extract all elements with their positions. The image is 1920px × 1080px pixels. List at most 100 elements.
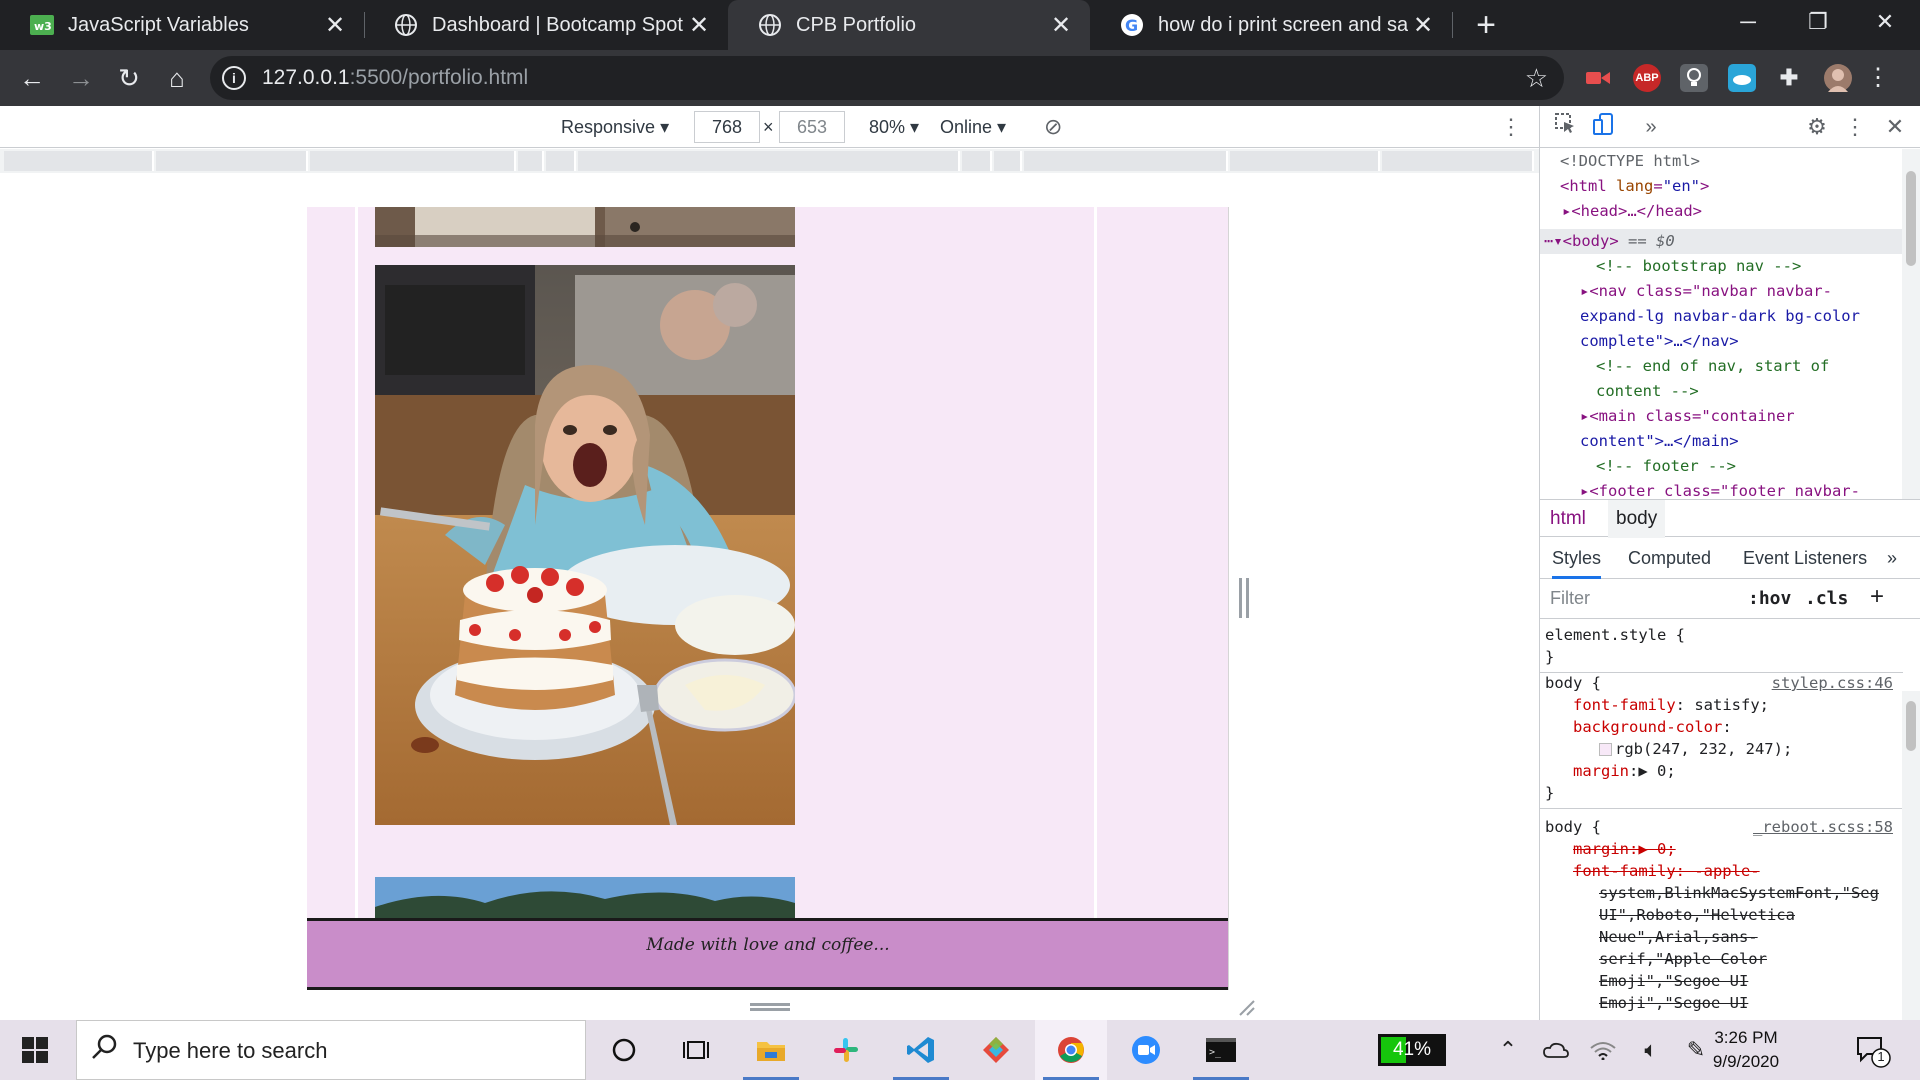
viewport-height-resize-handle[interactable] — [750, 1003, 790, 1011]
html-node[interactable]: <html lang="en"> — [1560, 174, 1709, 199]
url-text[interactable]: 127.0.0.1:5500/portfolio.html — [262, 56, 528, 100]
info-icon[interactable]: i — [222, 66, 246, 90]
tab-computed[interactable]: Computed — [1628, 537, 1711, 579]
breadcrumb-body[interactable]: body — [1608, 500, 1666, 538]
reload-icon[interactable]: ↻ — [109, 58, 149, 98]
close-icon[interactable]: ✕ — [1408, 11, 1438, 40]
taskbar-search-input[interactable]: Type here to search — [76, 1020, 586, 1080]
cls-toggle[interactable]: .cls — [1805, 588, 1848, 609]
zoom-icon[interactable] — [1110, 1020, 1182, 1080]
device-mode-select[interactable]: Responsive ▾ — [561, 106, 669, 148]
comment-node[interactable]: <!-- footer --> — [1596, 454, 1736, 479]
media-query-bar[interactable] — [962, 151, 992, 171]
style-property[interactable]: margin:▶ 0; — [1573, 760, 1676, 782]
styles-pane[interactable]: element.style { } body { stylep.css:46 f… — [1540, 620, 1903, 1020]
media-query-bar[interactable] — [518, 151, 544, 171]
wifi-icon[interactable] — [1583, 1020, 1623, 1080]
rule1-source-link[interactable]: stylep.css:46 — [1772, 672, 1893, 694]
terminal-icon[interactable]: >_ — [1185, 1020, 1257, 1080]
back-icon[interactable]: ← — [12, 58, 52, 98]
styles-scrollbar[interactable] — [1902, 691, 1920, 1020]
restore-icon[interactable]: ❐ — [1783, 0, 1853, 44]
scrollbar-thumb[interactable] — [1906, 701, 1916, 751]
task-view-icon[interactable] — [660, 1020, 732, 1080]
viewport-corner-resize-handle[interactable] — [1236, 997, 1256, 1017]
vscode-icon[interactable] — [885, 1020, 957, 1080]
hov-toggle[interactable]: :hov — [1748, 588, 1791, 609]
more-options-icon[interactable]: ⋮ — [1500, 106, 1522, 148]
comment-node[interactable]: <!-- end of nav, start of — [1596, 354, 1829, 379]
element-style-selector[interactable]: element.style { — [1545, 624, 1685, 646]
adblock-plus-icon[interactable]: ABP — [1633, 64, 1661, 92]
forward-icon[interactable]: → — [61, 58, 101, 98]
throttle-select[interactable]: Online ▾ — [940, 106, 1006, 148]
device-toggle-icon[interactable] — [1588, 112, 1618, 142]
chrome-icon[interactable] — [1035, 1020, 1107, 1080]
show-hidden-icons-chevron-icon[interactable]: ⌃ — [1488, 1020, 1528, 1080]
more-tabs-icon[interactable]: » — [1887, 537, 1897, 579]
onedrive-cloud-icon[interactable] — [1536, 1020, 1576, 1080]
bookmark-star-icon[interactable]: ☆ — [1525, 56, 1548, 100]
media-query-bar[interactable] — [156, 151, 308, 171]
comment-node[interactable]: <!-- bootstrap nav --> — [1596, 254, 1801, 279]
devtools-menu-icon[interactable]: ⋮ — [1840, 112, 1870, 142]
cortana-icon[interactable] — [588, 1020, 660, 1080]
tab-styles[interactable]: Styles — [1552, 537, 1602, 579]
overridden-property[interactable]: font-family: -apple- — [1573, 860, 1760, 882]
screen-recorder-icon[interactable] — [1584, 64, 1612, 92]
media-query-bar[interactable] — [310, 151, 516, 171]
close-icon[interactable]: ✕ — [320, 11, 350, 40]
tab-event-listeners[interactable]: Event Listeners — [1743, 537, 1867, 579]
volume-icon[interactable]: 🔈︎ — [1631, 1020, 1671, 1080]
avatar[interactable] — [1824, 64, 1852, 92]
media-query-bar[interactable] — [1230, 151, 1380, 171]
inspect-element-icon[interactable] — [1550, 112, 1580, 142]
elements-tree[interactable]: <!DOCTYPE html> <html lang="en"> ▸<head>… — [1540, 149, 1903, 499]
media-query-bar[interactable] — [4, 151, 154, 171]
head-node[interactable]: ▸<head>…</head> — [1562, 199, 1702, 224]
action-center-icon[interactable]: 1 — [1855, 1032, 1891, 1068]
style-property[interactable]: font-family: satisfy; — [1573, 694, 1769, 716]
close-icon[interactable]: ✕ — [1046, 11, 1076, 40]
media-query-bar[interactable] — [1024, 151, 1228, 171]
close-devtools-icon[interactable]: ✕ — [1880, 112, 1910, 142]
file-explorer-icon[interactable] — [735, 1020, 807, 1080]
rotate-icon[interactable]: ⊘ — [1044, 106, 1062, 148]
tab-google-search[interactable]: G how do i print screen and save to ✕ — [1090, 0, 1452, 50]
puzzle-icon[interactable]: ✚ — [1775, 64, 1803, 92]
cloud-extension-icon[interactable] — [1728, 64, 1756, 92]
rule2-source-link[interactable]: _reboot.scss:58 — [1753, 816, 1893, 838]
windows-start-icon[interactable] — [0, 1020, 70, 1080]
viewport-width-resize-handle[interactable] — [1239, 578, 1249, 618]
footer-node[interactable]: ▸<footer class="footer navbar- — [1580, 479, 1860, 499]
address-bar[interactable]: i 127.0.0.1:5500/portfolio.html ☆ — [210, 56, 1564, 100]
kebab-menu-icon[interactable]: ⋮ — [1858, 58, 1898, 98]
doctype-node[interactable]: <!DOCTYPE html> — [1560, 149, 1700, 174]
slack-icon[interactable] — [810, 1020, 882, 1080]
breadcrumb-html[interactable]: html — [1550, 500, 1586, 538]
tab-javascript-variables[interactable]: w3 JavaScript Variables ✕ — [0, 0, 364, 50]
tab-cpb-portfolio[interactable]: CPB Portfolio ✕ — [728, 0, 1090, 50]
media-query-bar[interactable] — [546, 151, 576, 171]
taskbar-clock[interactable]: 3:26 PM 9/9/2020 — [1696, 1026, 1796, 1074]
styles-filter-input[interactable]: Filter — [1550, 588, 1590, 609]
new-style-rule-icon[interactable]: + — [1870, 583, 1884, 611]
color-swatch[interactable] — [1599, 743, 1612, 756]
overridden-property[interactable]: margin:▶ 0; — [1573, 838, 1676, 860]
home-icon[interactable]: ⌂ — [157, 58, 197, 98]
elements-scrollbar[interactable] — [1902, 149, 1920, 499]
minimize-icon[interactable]: ─ — [1713, 0, 1783, 44]
window-close-icon[interactable]: ✕ — [1850, 0, 1920, 44]
style-property-value[interactable]: rgb(247, 232, 247); — [1599, 738, 1792, 760]
lightbulb-icon[interactable] — [1680, 64, 1708, 92]
battery-indicator[interactable]: 41% — [1378, 1034, 1446, 1066]
viewport-width-input[interactable]: 768 — [694, 111, 760, 143]
git-kraken-icon[interactable] — [960, 1020, 1032, 1080]
media-query-bar[interactable] — [1382, 151, 1534, 171]
tab-bootcamp-spot[interactable]: Dashboard | Bootcamp Spot ✕ — [364, 0, 728, 50]
body-node[interactable]: ⋯▾<body> == $0 — [1544, 229, 1675, 254]
media-query-bar[interactable] — [994, 151, 1022, 171]
media-query-bar[interactable] — [578, 151, 960, 171]
settings-gear-icon[interactable]: ⚙ — [1802, 112, 1832, 142]
viewport-height-input[interactable]: 653 — [779, 111, 845, 143]
